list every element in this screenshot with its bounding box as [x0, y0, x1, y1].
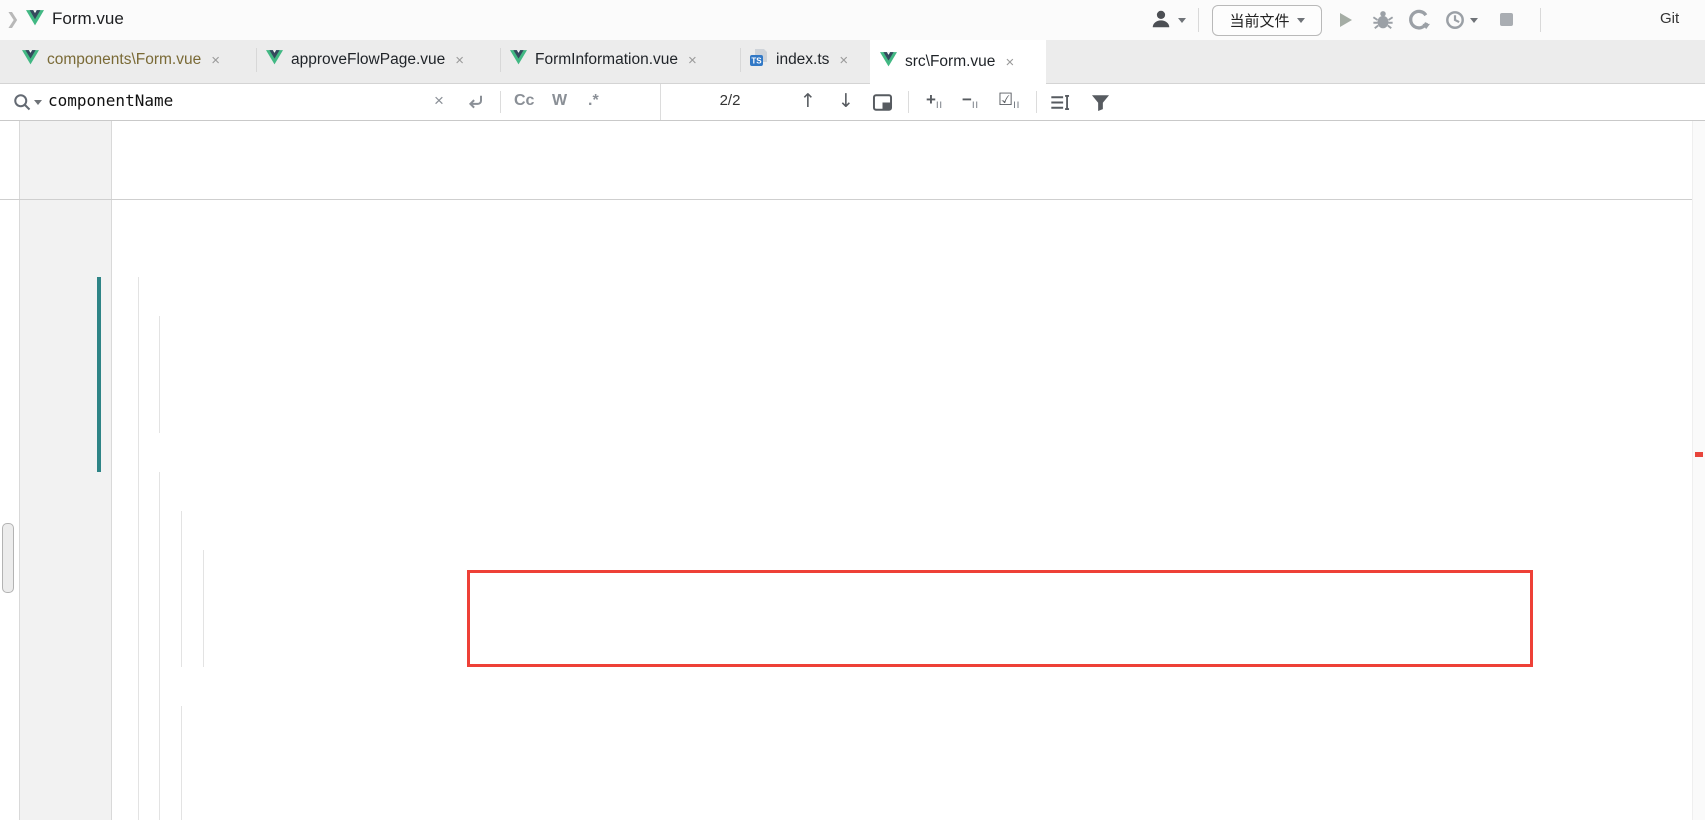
- regex-toggle[interactable]: .*: [588, 92, 599, 110]
- vue-file-icon: [22, 50, 39, 70]
- open-in-find-window-icon[interactable]: [872, 92, 893, 118]
- run-configuration-combo[interactable]: 当前文件: [1212, 5, 1322, 36]
- ide-window: ❯ Form.vue 当前文件 Git components\Form.vue ×…: [0, 0, 1705, 820]
- editor-tab-bar: components\Form.vue × approveFlowPage.vue ×…: [0, 40, 1705, 84]
- user-dropdown-icon[interactable]: [1178, 18, 1186, 23]
- divider: [500, 91, 501, 113]
- stop-icon[interactable]: [1500, 13, 1513, 26]
- git-widget[interactable]: Git: [1660, 10, 1679, 27]
- tab-label: components\Form.vue: [47, 51, 201, 69]
- profiler-icon[interactable]: [1408, 9, 1432, 33]
- divider: [1036, 91, 1037, 113]
- red-annotation-box: [467, 570, 1533, 667]
- clear-search-icon[interactable]: ×: [434, 91, 444, 111]
- remove-occurrence-icon[interactable]: −II: [962, 90, 979, 110]
- tab-close-icon[interactable]: ×: [1005, 54, 1014, 71]
- search-icon[interactable]: [12, 92, 32, 117]
- next-occurrence-icon[interactable]: ↓: [838, 90, 854, 112]
- vue-file-icon: [880, 52, 897, 72]
- indent-guide: [181, 511, 182, 667]
- add-occurrence-icon[interactable]: +II: [926, 90, 943, 110]
- error-stripe-mark[interactable]: [1695, 452, 1703, 457]
- run-icon[interactable]: [1340, 13, 1352, 27]
- indent-guide: [203, 550, 204, 667]
- tab-index.ts[interactable]: TS index.ts ×: [740, 40, 870, 80]
- indent-guide: [159, 316, 160, 433]
- match-case-toggle[interactable]: Cc: [514, 92, 534, 110]
- tab-src-Form.vue[interactable]: src\Form.vue ×: [870, 40, 1046, 84]
- search-match-count: 2/2: [700, 92, 760, 109]
- search-input[interactable]: componentName: [48, 91, 173, 110]
- splitter-divider[interactable]: [19, 121, 20, 820]
- tab-components-Form.vue[interactable]: components\Form.vue ×: [12, 40, 256, 80]
- previous-occurrence-icon[interactable]: ↑: [800, 90, 816, 112]
- toolbar-divider: [1540, 8, 1541, 32]
- vue-file-icon: [510, 50, 527, 70]
- history-icon[interactable]: [1444, 9, 1468, 33]
- select-all-occurrences-icon[interactable]: ☑II: [998, 90, 1020, 110]
- filter-lines-icon[interactable]: [1050, 92, 1071, 118]
- vue-file-icon: [26, 10, 44, 31]
- tab-label: src\Form.vue: [905, 53, 995, 71]
- tab-label: index.ts: [776, 51, 829, 69]
- tab-close-icon[interactable]: ×: [211, 52, 220, 69]
- divider: [908, 91, 909, 113]
- breadcrumb-chevron-icon: ❯: [6, 9, 19, 29]
- vue-file-icon: [266, 50, 283, 70]
- breadcrumb-filename[interactable]: Form.vue: [52, 9, 124, 29]
- left-pane-scrollbar[interactable]: [2, 523, 14, 593]
- combo-dropdown-icon: [1297, 18, 1305, 23]
- tab-approveFlowPage.vue[interactable]: approveFlowPage.vue ×: [256, 40, 500, 80]
- tab-label: FormInformation.vue: [535, 51, 678, 69]
- filter-icon[interactable]: [1090, 92, 1111, 118]
- svg-text:TS: TS: [751, 57, 762, 66]
- whole-words-toggle[interactable]: W: [552, 92, 567, 110]
- sticky-lines-divider: [0, 199, 1705, 200]
- tab-close-icon[interactable]: ×: [839, 52, 848, 69]
- title-bar: ❯ Form.vue 当前文件 Git: [0, 0, 1705, 40]
- newline-icon[interactable]: [466, 92, 486, 117]
- toolbar-divider: [1198, 8, 1199, 32]
- editor-scrollbar[interactable]: [1692, 121, 1705, 820]
- run-configuration-label: 当前文件: [1229, 10, 1289, 31]
- debug-icon[interactable]: [1372, 9, 1396, 33]
- indent-guide: [138, 277, 139, 820]
- tab-close-icon[interactable]: ×: [688, 52, 697, 69]
- vcs-change-marker[interactable]: [97, 277, 101, 472]
- tab-close-icon[interactable]: ×: [455, 52, 464, 69]
- search-options-dropdown-icon[interactable]: [34, 100, 42, 105]
- find-toolbar: componentName × Cc W .* 2/2 ↑ ↓ +II −II …: [0, 84, 1705, 121]
- tab-FormInformation.vue[interactable]: FormInformation.vue ×: [500, 40, 740, 80]
- typescript-file-icon: TS: [750, 49, 768, 71]
- user-icon[interactable]: [1150, 8, 1174, 32]
- tab-label: approveFlowPage.vue: [291, 51, 445, 69]
- history-dropdown-icon[interactable]: [1470, 18, 1478, 23]
- code-editor[interactable]: [0, 121, 1705, 820]
- indent-guide: [181, 706, 182, 820]
- indent-guide: [159, 472, 160, 820]
- divider: [660, 84, 661, 120]
